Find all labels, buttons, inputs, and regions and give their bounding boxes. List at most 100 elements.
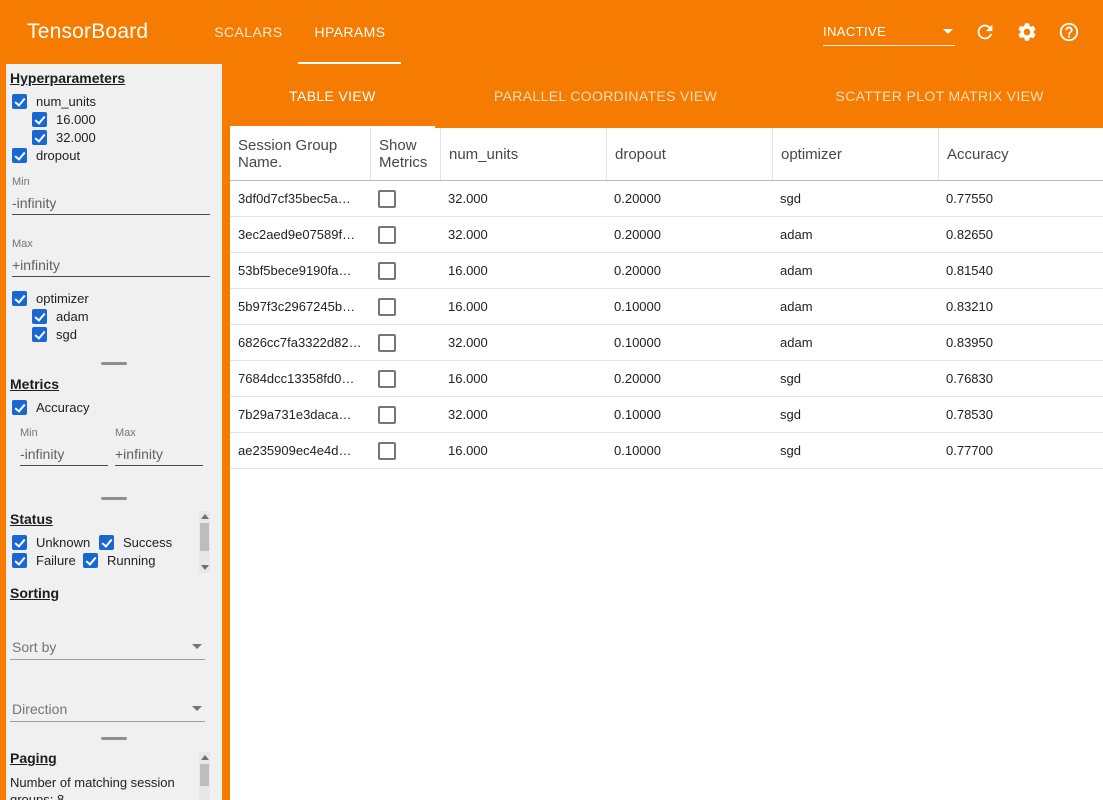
optimizer-cell: sgd <box>772 191 938 206</box>
app-title: TensorBoard <box>27 20 148 44</box>
scrollbar-thumb[interactable] <box>200 764 209 786</box>
splitter-handle[interactable] <box>101 737 127 740</box>
show-metrics-cell <box>370 442 440 460</box>
checkbox-checked-icon <box>12 553 27 568</box>
matching-session-groups-text: Number of matching session groups: 8 <box>10 774 194 800</box>
column-header-accuracy[interactable]: Accuracy <box>938 128 1103 180</box>
chevron-down-icon <box>192 644 202 649</box>
num-units-cell: 16.000 <box>440 299 606 314</box>
help-icon[interactable] <box>1057 20 1081 44</box>
show-metrics-cell <box>370 298 440 316</box>
show-metrics-cell <box>370 226 440 244</box>
session-group-name-cell: 3df0d7cf35bec5a… <box>230 191 370 206</box>
num-units-option-16[interactable]: 16.000 <box>32 111 96 128</box>
optimizer-option-adam[interactable]: adam <box>32 308 89 325</box>
column-header-show-metrics[interactable]: Show Metrics <box>370 128 440 180</box>
optimizer-option-sgd[interactable]: sgd <box>32 326 77 343</box>
show-metrics-cell <box>370 370 440 388</box>
tab-table-view[interactable]: TABLE VIEW <box>230 64 435 128</box>
tab-parallel-coordinates-view[interactable]: PARALLEL COORDINATES VIEW <box>435 64 777 128</box>
tab-hparams[interactable]: HPARAMS <box>298 0 401 64</box>
tab-scalars[interactable]: SCALARS <box>198 0 298 64</box>
sort-by-select[interactable]: Sort by <box>10 634 205 660</box>
metrics-heading: Metrics <box>10 376 59 392</box>
splitter-handle[interactable] <box>101 362 127 365</box>
direction-select[interactable]: Direction <box>10 696 205 722</box>
optimizer-cell: sgd <box>772 371 938 386</box>
checkbox-checked-icon <box>12 94 27 109</box>
metric-max-input[interactable]: +infinity <box>115 441 203 466</box>
paging-scrollbar[interactable] <box>199 752 210 800</box>
splitter-handle[interactable] <box>101 497 127 500</box>
status-option-failure[interactable]: Failure <box>12 552 76 569</box>
column-header-dropout[interactable]: dropout <box>606 128 772 180</box>
optimizer-cell: adam <box>772 263 938 278</box>
scroll-up-icon[interactable] <box>201 755 209 760</box>
checkbox-checked-icon <box>32 327 47 342</box>
scroll-down-icon[interactable] <box>201 565 209 570</box>
show-metrics-checkbox[interactable] <box>378 226 396 244</box>
column-header-optimizer[interactable]: optimizer <box>772 128 938 180</box>
status-heading: Status <box>10 511 53 527</box>
main-nav-tabs: SCALARS HPARAMS <box>198 0 401 64</box>
topbar-actions: INACTIVE <box>823 0 1103 64</box>
refresh-icon[interactable] <box>973 20 997 44</box>
table-row: ae235909ec4e4d… 16.000 0.10000 sgd 0.777… <box>230 433 1103 469</box>
dropout-cell: 0.10000 <box>606 407 772 422</box>
paging-heading: Paging <box>10 750 57 766</box>
checkbox-checked-icon <box>12 148 27 163</box>
column-header-session-group-name[interactable]: Session Group Name. <box>230 128 370 180</box>
show-metrics-cell <box>370 334 440 352</box>
status-option-running[interactable]: Running <box>83 552 155 569</box>
session-group-name-cell: 6826cc7fa3322d82… <box>230 335 370 350</box>
hparam-dropout-checkbox[interactable]: dropout <box>12 147 80 164</box>
accuracy-cell: 0.76830 <box>938 371 1103 386</box>
num-units-option-32[interactable]: 32.000 <box>32 129 96 146</box>
num-units-cell: 32.000 <box>440 191 606 206</box>
column-header-num-units[interactable]: num_units <box>440 128 606 180</box>
dropout-cell: 0.20000 <box>606 191 772 206</box>
status-scrollbar[interactable] <box>199 511 210 573</box>
status-option-success[interactable]: Success <box>99 534 172 551</box>
metric-max-label: Max <box>115 427 136 439</box>
show-metrics-checkbox[interactable] <box>378 298 396 316</box>
dropout-cell: 0.10000 <box>606 443 772 458</box>
session-group-name-cell: 7b29a731e3daca… <box>230 407 370 422</box>
dropout-cell: 0.10000 <box>606 335 772 350</box>
hparam-num-units-checkbox[interactable]: num_units <box>12 93 96 110</box>
accuracy-cell: 0.83950 <box>938 335 1103 350</box>
scrollbar-thumb[interactable] <box>200 523 209 551</box>
optimizer-cell: sgd <box>772 443 938 458</box>
dropout-max-input[interactable]: +infinity <box>12 252 210 277</box>
show-metrics-checkbox[interactable] <box>378 442 396 460</box>
show-metrics-checkbox[interactable] <box>378 262 396 280</box>
tab-scatter-plot-matrix-view[interactable]: SCATTER PLOT MATRIX VIEW <box>776 64 1103 128</box>
checkbox-checked-icon <box>32 309 47 324</box>
reload-interval-select[interactable]: INACTIVE <box>823 18 955 46</box>
scroll-up-icon[interactable] <box>201 514 209 519</box>
hparams-sidebar: Hyperparameters num_units 16.000 32.000 … <box>6 64 222 800</box>
checkbox-checked-icon <box>12 400 27 415</box>
show-metrics-checkbox[interactable] <box>378 370 396 388</box>
show-metrics-cell <box>370 262 440 280</box>
show-metrics-checkbox[interactable] <box>378 406 396 424</box>
status-option-unknown[interactable]: Unknown <box>12 534 90 551</box>
hparam-optimizer-checkbox[interactable]: optimizer <box>12 290 89 307</box>
table-row: 53bf5bece9190fa… 16.000 0.20000 adam 0.8… <box>230 253 1103 289</box>
session-group-name-cell: ae235909ec4e4d… <box>230 443 370 458</box>
show-metrics-checkbox[interactable] <box>378 190 396 208</box>
show-metrics-checkbox[interactable] <box>378 334 396 352</box>
accuracy-cell: 0.81540 <box>938 263 1103 278</box>
topbar: TensorBoard SCALARS HPARAMS INACTIVE <box>0 0 1103 64</box>
table-row: 6826cc7fa3322d82… 32.000 0.10000 adam 0.… <box>230 325 1103 361</box>
chevron-down-icon <box>943 29 953 34</box>
sorting-heading: Sorting <box>10 585 59 601</box>
metric-accuracy-checkbox[interactable]: Accuracy <box>12 399 89 416</box>
settings-icon[interactable] <box>1015 20 1039 44</box>
dropout-min-input[interactable]: -infinity <box>12 190 210 215</box>
table-view-panel: Session Group Name. Show Metrics num_uni… <box>230 128 1103 800</box>
metric-min-input[interactable]: -infinity <box>20 441 108 466</box>
table-row: 7684dcc13358fd0… 16.000 0.20000 sgd 0.76… <box>230 361 1103 397</box>
dropout-cell: 0.20000 <box>606 263 772 278</box>
reload-interval-value: INACTIVE <box>823 24 886 39</box>
